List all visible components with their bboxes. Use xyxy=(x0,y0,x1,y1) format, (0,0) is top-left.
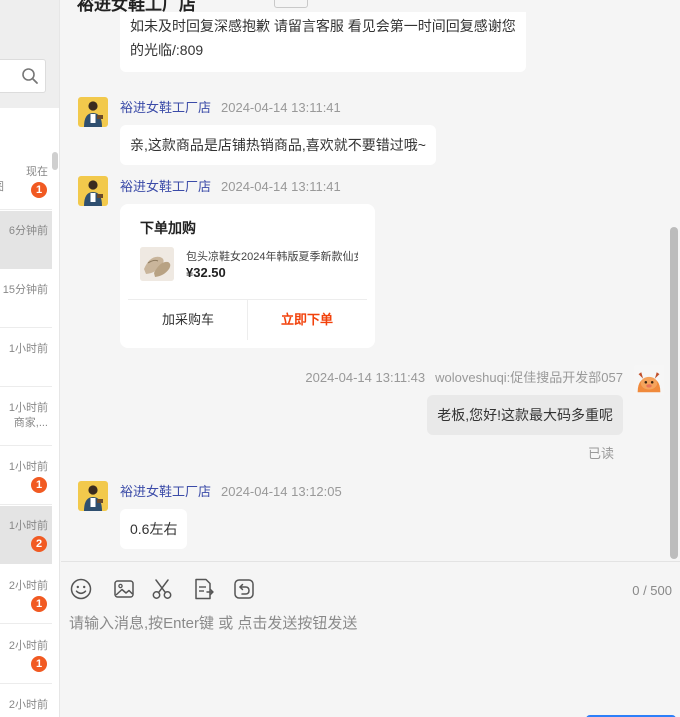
conversation-time: 2小时前 xyxy=(8,699,48,711)
message-meta: 2024-04-14 13:11:43 woloveshuqi:促佳搜品开发部05… xyxy=(305,367,623,386)
emoji-icon[interactable] xyxy=(68,576,94,602)
conversation-time: 1小时前 xyxy=(8,402,48,414)
image-icon[interactable] xyxy=(111,576,137,602)
auto-reply-bubble: 如未及时回复深感抱歉 请留言客服 看见会第一时间回复感谢您的光临/:809 xyxy=(120,12,526,72)
shop-avatar[interactable] xyxy=(78,97,108,127)
conversation-item[interactable]: 15分钟前 xyxy=(0,270,52,328)
conversation-item[interactable]: 2小时前 1 xyxy=(0,626,52,684)
conversation-time: 6分钟前 xyxy=(8,225,48,237)
message-time: 2024-04-14 13:11:43 xyxy=(305,370,426,385)
conversation-item[interactable]: 1小时前 2 xyxy=(0,506,52,564)
sender-name: 裕进女鞋工厂店 xyxy=(120,100,212,115)
conversation-time: 15分钟前 xyxy=(2,284,48,296)
conversation-item[interactable]: 6分钟前 xyxy=(0,211,52,269)
product-thumbnail[interactable] xyxy=(140,247,174,281)
message-time: 2024-04-14 13:11:41 xyxy=(221,179,341,194)
message-input[interactable] xyxy=(69,612,669,702)
message-meta: 裕进女鞋工厂店 2024-04-14 13:11:41 xyxy=(120,97,341,116)
message-bubble: 亲,这款商品是店铺热销商品,喜欢就不要错过哦~ xyxy=(120,125,436,165)
conversation-item[interactable]: 现在 图 1 xyxy=(0,152,52,210)
divider xyxy=(0,209,52,210)
composer: 0 / 500 xyxy=(61,561,680,717)
message-meta: 裕进女鞋工厂店 2024-04-14 13:12:05 xyxy=(120,481,342,500)
shop-tag[interactable] xyxy=(274,0,308,8)
scissors-icon[interactable] xyxy=(149,576,175,602)
sender-name: 裕进女鞋工厂店 xyxy=(120,179,212,194)
unread-badge: 2 xyxy=(31,536,47,552)
conversation-item[interactable]: 1小时前 xyxy=(0,329,52,387)
quick-reply-icon[interactable] xyxy=(190,576,216,602)
chat-header: 裕进女鞋工厂店 xyxy=(61,0,680,12)
conversation-time: 2小时前 xyxy=(8,580,48,592)
sender-name: 裕进女鞋工厂店 xyxy=(120,484,212,499)
divider xyxy=(0,386,52,387)
divider xyxy=(0,327,52,328)
product-card: 下单加购 包头凉鞋女2024年韩版夏季新款仙女风 ¥32.50 加采购车 立即下… xyxy=(120,204,375,348)
history-icon[interactable] xyxy=(231,576,257,602)
read-status: 已读 xyxy=(588,446,615,461)
conversation-item[interactable]: 2小时前 1 xyxy=(0,566,52,624)
product-name[interactable]: 包头凉鞋女2024年韩版夏季新款仙女风 xyxy=(186,248,358,264)
shop-avatar[interactable] xyxy=(78,176,108,206)
unread-badge: 1 xyxy=(31,182,47,198)
buy-now-button[interactable]: 立即下单 xyxy=(248,300,366,340)
conversation-item[interactable]: 1小时前 1 xyxy=(0,447,52,505)
unread-badge: 1 xyxy=(31,596,47,612)
product-price: ¥32.50 xyxy=(186,265,226,280)
conversation-time: 1小时前 xyxy=(8,343,48,355)
conversation-snippet: 商家,... xyxy=(13,417,48,429)
conversation-time: 1小时前 xyxy=(8,461,48,473)
conversation-sidebar: 现在 图 1 6分钟前 15分钟前 1小时前 1小时前 商家,... 1小时前 … xyxy=(0,0,60,717)
chat-scrollbar[interactable] xyxy=(670,227,678,559)
conversation-item[interactable]: 2小时前 xyxy=(0,685,52,717)
divider xyxy=(0,504,52,505)
unread-badge: 1 xyxy=(31,656,47,672)
card-title: 下单加购 xyxy=(140,220,196,236)
message-time: 2024-04-14 13:12:05 xyxy=(221,484,342,499)
char-counter: 0 / 500 xyxy=(632,583,672,598)
message-time: 2024-04-14 13:11:41 xyxy=(221,100,341,115)
message-list: 如未及时回复深感抱歉 请留言客服 看见会第一时间回复感谢您的光临/:809 裕进… xyxy=(61,12,680,561)
page-title: 裕进女鞋工厂店 xyxy=(77,0,196,12)
shop-avatar[interactable] xyxy=(78,481,108,511)
sender-name: woloveshuqi:促佳搜品开发部057 xyxy=(435,370,623,385)
conversation-snippet: 图 xyxy=(0,178,4,194)
message-meta: 裕进女鞋工厂店 2024-04-14 13:11:41 xyxy=(120,176,341,195)
conversation-time: 现在 xyxy=(26,166,48,178)
conversation-item[interactable]: 1小时前 商家,... xyxy=(0,388,52,446)
message-bubble: 0.6左右 xyxy=(120,509,188,549)
unread-badge: 1 xyxy=(31,477,47,493)
sidebar-scrollbar[interactable] xyxy=(52,152,58,170)
search-icon[interactable] xyxy=(20,66,40,86)
divider xyxy=(0,623,52,624)
divider xyxy=(0,445,52,446)
conversation-time: 2小时前 xyxy=(8,640,48,652)
divider xyxy=(0,683,52,684)
message-bubble: 老板,您好!这款最大码多重呢 xyxy=(427,395,623,435)
user-avatar[interactable] xyxy=(634,365,667,398)
conversation-time: 1小时前 xyxy=(8,520,48,532)
add-to-cart-button[interactable]: 加采购车 xyxy=(128,300,248,340)
